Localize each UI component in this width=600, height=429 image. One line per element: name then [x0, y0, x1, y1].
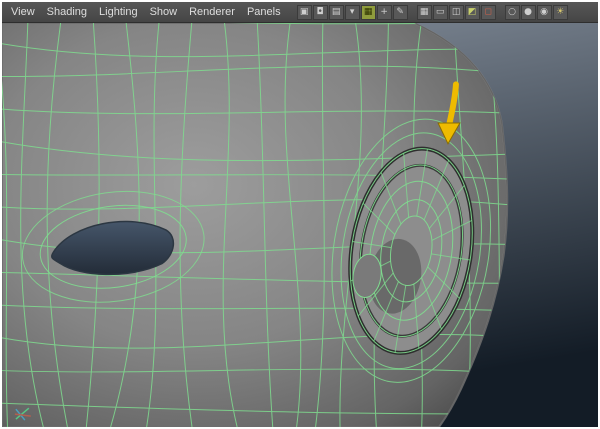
lock-camera-icon[interactable]: ◘	[312, 4, 328, 20]
viewport-3d[interactable]	[2, 23, 598, 427]
menu-lighting[interactable]: Lighting	[93, 3, 144, 22]
toolbar-separator	[497, 5, 504, 20]
menu-renderer[interactable]: Renderer	[183, 3, 241, 22]
resolution-gate-icon[interactable]: ◫	[448, 4, 464, 20]
bookmarks-icon[interactable]: ▾	[344, 4, 360, 20]
grease-pencil-icon[interactable]: ✎	[392, 4, 408, 20]
2d-pan-zoom-icon[interactable]: +	[376, 4, 392, 20]
panel-menu-bar: View Shading Lighting Show Renderer Panels ▣ ◘…	[2, 2, 598, 23]
menu-panels[interactable]: Panels	[241, 3, 287, 22]
maya-viewport-panel: View Shading Lighting Show Renderer Panels ▣ ◘…	[2, 2, 598, 427]
safe-action-icon[interactable]: ◻	[480, 4, 496, 20]
scene-canvas	[2, 23, 598, 427]
toolbar-separator	[409, 5, 416, 20]
camera-attributes-icon[interactable]: ▤	[328, 4, 344, 20]
select-camera-icon[interactable]: ▣	[296, 4, 312, 20]
wireframe-mode-icon[interactable]: ○	[504, 4, 520, 20]
image-plane-icon[interactable]: ▦	[360, 4, 376, 20]
film-gate-icon[interactable]: ▭	[432, 4, 448, 20]
textured-mode-icon[interactable]: ◉	[536, 4, 552, 20]
panel-menus: View Shading Lighting Show Renderer Panels	[5, 3, 287, 22]
shaded-mode-icon[interactable]: ●	[520, 4, 536, 20]
grid-icon[interactable]: ▦	[416, 4, 432, 20]
lighting-mode-icon[interactable]: ☀	[552, 4, 568, 20]
gate-mask-icon[interactable]: ◩	[464, 4, 480, 20]
menu-shading[interactable]: Shading	[41, 3, 93, 22]
menu-show[interactable]: Show	[144, 3, 184, 22]
panel-toolbar: ▣ ◘ ▤ ▾ ▦ + ✎ ▦ ▭ ◫ ◩ ◻ ○ ● ◉ ☀	[296, 4, 568, 20]
menu-view[interactable]: View	[5, 3, 41, 22]
